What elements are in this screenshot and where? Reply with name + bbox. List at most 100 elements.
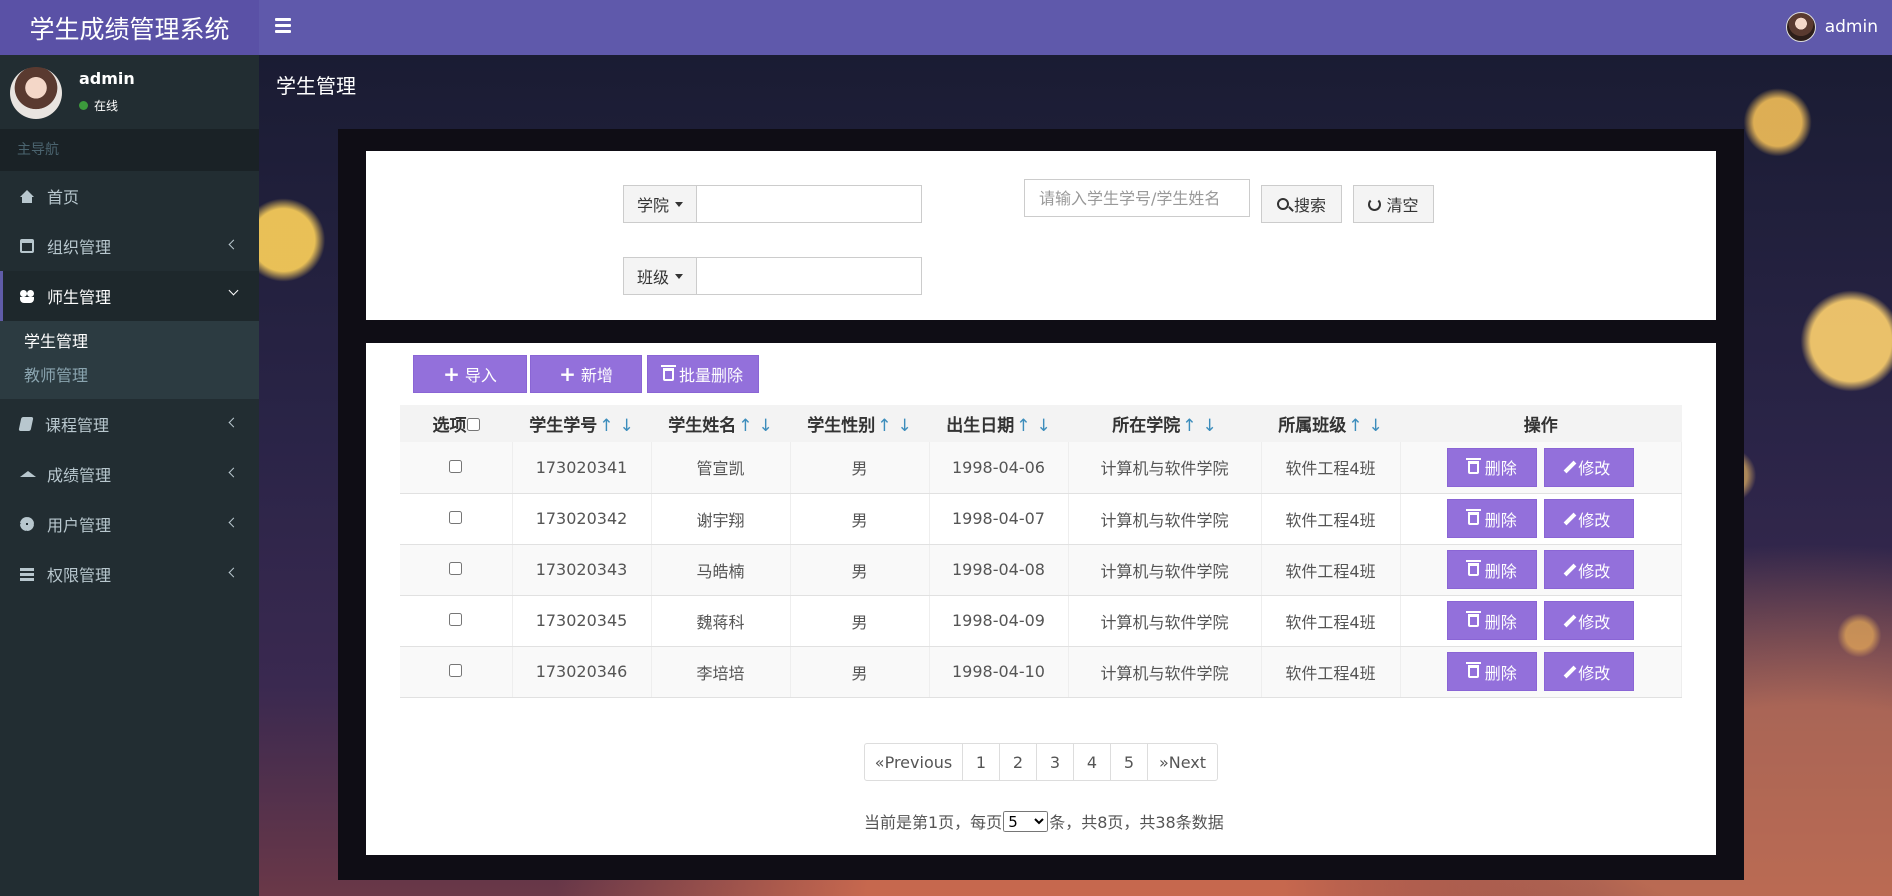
trash-icon: [1465, 509, 1481, 525]
trash-icon: [1465, 457, 1481, 474]
sidebar-item-label: 用户管理: [47, 516, 112, 535]
batch-delete-button[interactable]: 批量删除: [647, 355, 759, 393]
delete-button[interactable]: 删除: [1447, 447, 1538, 487]
cell-class: 软件工程4班: [1261, 544, 1401, 596]
per-page-select[interactable]: 5: [1003, 810, 1049, 832]
pagination-previous[interactable]: «Previous: [865, 744, 963, 780]
delete-button[interactable]: 删除: [1447, 550, 1538, 589]
column-header-college[interactable]: 所在学院 ↑ ↓: [1068, 405, 1261, 442]
class-field[interactable]: [697, 257, 922, 295]
column-header-student-id[interactable]: 学生学号 ↑ ↓: [512, 405, 651, 442]
row-checkbox[interactable]: [449, 613, 463, 626]
sidebar-item-teacher-student[interactable]: 师生管理: [0, 271, 259, 321]
user-menu[interactable]: admin: [1785, 12, 1878, 42]
row-checkbox[interactable]: [449, 459, 463, 473]
edit-button[interactable]: 修改: [1544, 652, 1635, 691]
delete-button[interactable]: 删除: [1447, 652, 1538, 691]
sidebar-item-users[interactable]: 用户管理: [0, 499, 259, 549]
search-button[interactable]: 搜索: [1261, 185, 1342, 223]
college-dropdown-button[interactable]: 学院: [623, 185, 697, 223]
sidebar-subitem-teachers[interactable]: 教师管理: [0, 359, 259, 393]
edit-button[interactable]: 修改: [1544, 601, 1635, 640]
sidebar-item-grades[interactable]: 成绩管理: [0, 449, 259, 499]
cell-class: 软件工程4班: [1261, 493, 1401, 545]
sidebar-item-courses[interactable]: 课程管理: [0, 399, 259, 449]
add-button[interactable]: + 新增: [530, 355, 642, 393]
clear-button-label: 清空: [1386, 196, 1419, 215]
cell-actions: 删除 修改: [1400, 595, 1682, 647]
cell-gender: 男: [790, 493, 930, 545]
table-row: 173020346 李培培 男 1998-04-10 计算机与软件学院 软件工程…: [400, 646, 1682, 698]
row-checkbox[interactable]: [449, 562, 463, 575]
refresh-icon: [1368, 197, 1382, 211]
calendar-icon: [20, 239, 34, 253]
top-username: admin: [1824, 17, 1878, 37]
pagination-page[interactable]: 5: [1111, 744, 1148, 780]
sidebar-item-label: 首页: [47, 188, 80, 207]
column-header-gender[interactable]: 学生性别 ↑ ↓: [790, 405, 929, 442]
sort-arrows-icon[interactable]: ↑ ↓: [1348, 416, 1383, 436]
trash-icon: [1465, 662, 1481, 678]
sidebar-item-home[interactable]: 首页: [0, 171, 259, 221]
cell-student-name: 魏蒋科: [651, 595, 791, 647]
pagination-next[interactable]: »Next: [1148, 744, 1217, 780]
pencil-icon: [1563, 563, 1577, 576]
cell-class: 软件工程4班: [1261, 442, 1401, 494]
sidebar-item-organization[interactable]: 组织管理: [0, 221, 259, 271]
plus-icon: +: [559, 362, 576, 386]
pagination-page[interactable]: 3: [1037, 744, 1074, 780]
status-dot-icon: [79, 101, 88, 110]
app-logo[interactable]: 学生成绩管理系统: [0, 0, 259, 55]
pagination-page[interactable]: 2: [1000, 744, 1037, 780]
college-field[interactable]: [697, 185, 922, 223]
pagination-page[interactable]: 4: [1074, 744, 1111, 780]
pagination-page[interactable]: 1: [963, 744, 1000, 780]
sort-arrows-icon[interactable]: ↑ ↓: [877, 416, 912, 436]
delete-button[interactable]: 删除: [1447, 601, 1538, 640]
status-text: 在线: [94, 99, 119, 113]
import-button[interactable]: + 导入: [413, 355, 527, 393]
sort-arrows-icon[interactable]: ↑ ↓: [599, 416, 634, 436]
column-header-class[interactable]: 所属班级 ↑ ↓: [1261, 405, 1400, 442]
chevron-left-icon: [228, 239, 239, 250]
select-all-checkbox[interactable]: [466, 418, 480, 431]
cell-birth-date: 1998-04-10: [929, 646, 1069, 698]
edit-button[interactable]: 修改: [1544, 550, 1635, 589]
sidebar-username: admin: [79, 69, 135, 88]
search-button-label: 搜索: [1293, 196, 1326, 215]
page-title: 学生管理: [276, 74, 356, 98]
search-input[interactable]: [1024, 179, 1250, 217]
cell-birth-date: 1998-04-06: [929, 442, 1069, 494]
sidebar-item-permissions[interactable]: 权限管理: [0, 549, 259, 599]
sort-arrows-icon[interactable]: ↑ ↓: [1016, 416, 1051, 436]
row-checkbox[interactable]: [449, 511, 463, 524]
edit-button[interactable]: 修改: [1544, 447, 1635, 487]
row-checkbox[interactable]: [449, 664, 463, 677]
page-info: 当前是第1页，每页 5 条，共8页，共38条数据: [864, 809, 1224, 833]
users-icon: [20, 289, 34, 303]
cell-actions: 删除 修改: [1400, 493, 1682, 545]
class-dropdown-button[interactable]: 班级: [623, 257, 697, 295]
avatar: [1785, 12, 1816, 42]
edit-button[interactable]: 修改: [1544, 499, 1635, 538]
sidebar-subitem-students[interactable]: 学生管理: [0, 325, 259, 359]
cell-college: 计算机与软件学院: [1068, 595, 1262, 647]
trash-icon: [1465, 560, 1481, 576]
list-icon: [20, 567, 34, 581]
delete-button[interactable]: 删除: [1447, 499, 1538, 538]
cell-student-id: 173020341: [512, 442, 652, 494]
clear-button[interactable]: 清空: [1353, 185, 1434, 223]
caret-down-icon: [675, 273, 683, 279]
menu-toggle-icon[interactable]: [275, 18, 291, 33]
page-info-suffix: 条，共8页，共38条数据: [1049, 813, 1224, 832]
batch-delete-label: 批量删除: [678, 366, 743, 385]
sort-arrows-icon[interactable]: ↑ ↓: [738, 416, 773, 436]
cell-birth-date: 1998-04-09: [929, 595, 1069, 647]
cell-student-name: 李培培: [651, 646, 791, 698]
column-header-student-name[interactable]: 学生姓名 ↑ ↓: [651, 405, 790, 442]
search-icon: [1276, 198, 1289, 210]
column-header-birth-date[interactable]: 出生日期 ↑ ↓: [929, 405, 1068, 442]
trash-icon: [1465, 611, 1481, 627]
cell-student-name: 谢宇翔: [651, 493, 791, 545]
sort-arrows-icon[interactable]: ↑ ↓: [1182, 416, 1217, 436]
